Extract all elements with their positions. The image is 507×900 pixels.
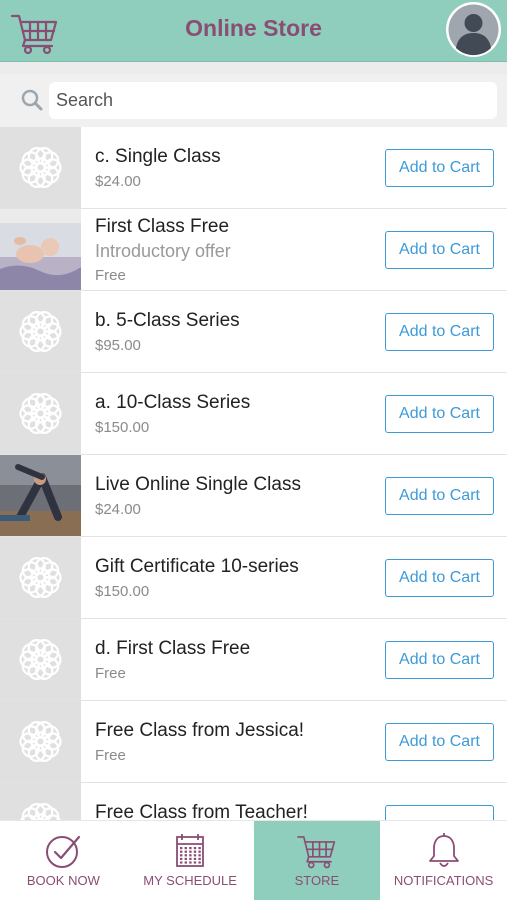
search-input[interactable] (49, 82, 497, 119)
add-to-cart-button[interactable]: Add to Cart (385, 231, 494, 269)
product-row[interactable]: d. First Class Free Free Add to Cart (0, 619, 507, 701)
product-logo-thumbnail (0, 127, 81, 208)
product-logo-thumbnail (0, 619, 81, 700)
add-to-cart-button[interactable]: Add to Cart (385, 559, 494, 597)
cart-icon (295, 832, 339, 875)
add-to-cart-button[interactable]: Add to Cart (385, 395, 494, 433)
product-photo-thumbnail (0, 455, 81, 536)
tab-label: STORE (294, 873, 340, 888)
product-row[interactable]: Free Class from Teacher! (0, 783, 507, 820)
product-price: Free (95, 665, 126, 682)
product-name: c. Single Class (95, 146, 221, 167)
product-name: Free Class from Jessica! (95, 720, 305, 741)
product-name: Live Online Single Class (95, 474, 301, 495)
product-price: $95.00 (95, 337, 141, 354)
product-price: $150.00 (95, 419, 150, 436)
page-title: Online Store (185, 15, 322, 41)
product-list: c. Single Class $24.00 Add to Cart First Cl… (0, 127, 507, 820)
product-subtitle: Introductory offer (95, 241, 231, 261)
product-name: b. 5-Class Series (95, 310, 240, 331)
product-logo-thumbnail (0, 537, 81, 618)
bell-icon (425, 832, 463, 875)
product-price: $24.00 (95, 173, 141, 190)
tab-label: BOOK NOW (26, 873, 100, 888)
tab-label: NOTIFICATIONS (393, 873, 494, 888)
product-logo-thumbnail (0, 291, 81, 372)
check-circle-icon (44, 832, 82, 875)
product-price: Free (95, 267, 126, 284)
add-to-cart-button[interactable]: Add to Cart (385, 313, 494, 351)
product-photo-thumbnail (0, 209, 81, 290)
tab-label: MY SCHEDULE (143, 873, 237, 888)
add-to-cart-button[interactable]: Add to Cart (385, 723, 494, 761)
product-logo-thumbnail (0, 783, 81, 820)
product-row[interactable]: First Class Free Introductory offer Free Ad… (0, 209, 507, 291)
tab-notifications[interactable]: NOTIFICATIONS (380, 821, 507, 900)
product-price: Free (95, 747, 126, 764)
bottom-tab-bar: BOOK NOW MY SCHEDULE STORE NOTIFICATIONS (0, 820, 507, 900)
calendar-icon (171, 832, 209, 875)
product-name: Gift Certificate 10-series (95, 556, 299, 577)
product-name: First Class Free (95, 216, 230, 237)
product-row[interactable]: b. 5-Class Series $95.00 Add to Cart (0, 291, 507, 373)
product-logo-thumbnail (0, 373, 81, 454)
add-to-cart-button[interactable]: Add to Cart (385, 477, 494, 515)
product-row[interactable]: a. 10-Class Series $150.00 Add to Cart (0, 373, 507, 455)
product-name: Free Class from Teacher! (95, 802, 308, 820)
app-header: Online Store (0, 0, 507, 62)
tab-store[interactable]: STORE (253, 821, 381, 900)
product-row[interactable]: Free Class from Jessica! Free Add to Cart (0, 701, 507, 783)
avatar-icon[interactable] (446, 2, 501, 57)
add-to-cart-button[interactable]: Add to Cart (385, 149, 494, 187)
product-row[interactable]: Gift Certificate 10-series $150.00 Add to … (0, 537, 507, 619)
tab-book-now[interactable]: BOOK NOW (0, 821, 127, 900)
product-price: $24.00 (95, 501, 141, 518)
product-name: d. First Class Free (95, 638, 251, 659)
header-divider (0, 62, 507, 74)
add-to-cart-button[interactable]: Add to Cart (385, 641, 494, 679)
search-bar (0, 74, 507, 127)
product-name: a. 10-Class Series (95, 392, 251, 413)
product-logo-thumbnail (0, 701, 81, 782)
search-icon (20, 88, 44, 112)
add-to-cart-button[interactable] (385, 805, 494, 820)
tab-my-schedule[interactable]: MY SCHEDULE (127, 821, 254, 900)
product-row[interactable]: c. Single Class $24.00 Add to Cart (0, 127, 507, 209)
product-price: $150.00 (95, 583, 150, 600)
product-row[interactable]: Live Online Single Class $24.00 Add to Car… (0, 455, 507, 537)
